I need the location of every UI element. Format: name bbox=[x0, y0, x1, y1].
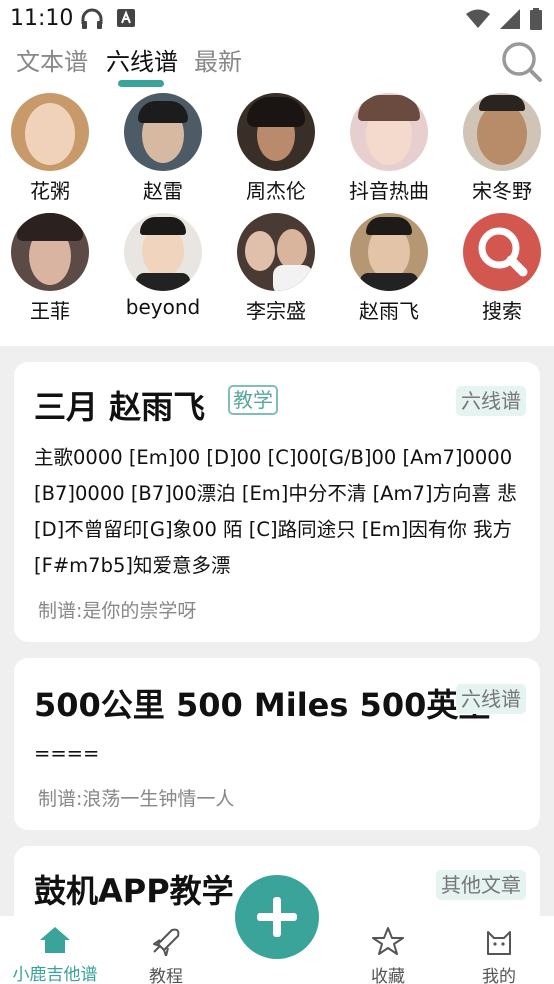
preview-line: [D]不曾留印[G]象00 陌 [C]路同途只 [Em]因有你 我方 bbox=[34, 518, 513, 541]
app-notification-icon bbox=[117, 9, 135, 27]
signal-icon bbox=[500, 9, 520, 29]
song-preview: 主歌0000 [Em]00 [D]00 [C]00[G/B]00 [Am7]00… bbox=[34, 440, 524, 584]
card-author: 制谱:是你的崇学呀 bbox=[38, 600, 197, 622]
song-title: 三月 赵雨飞 bbox=[34, 388, 206, 426]
status-bar: 11:10 bbox=[0, 0, 554, 36]
home-icon bbox=[40, 927, 70, 953]
nav-label: 收藏 bbox=[371, 967, 405, 984]
preview-line: 主歌0000 [Em]00 [D]00 [C]00[G/B]00 [Am7]00… bbox=[34, 446, 513, 469]
nav-profile[interactable]: 我的 bbox=[444, 926, 554, 984]
artist-item[interactable]: 宋冬野 bbox=[452, 93, 552, 204]
category-tag: 六线谱 bbox=[456, 386, 526, 416]
artist-item[interactable]: 王菲 bbox=[0, 213, 100, 324]
artist-name: 周杰伦 bbox=[246, 179, 306, 203]
tab-text-score[interactable]: 文本谱 bbox=[16, 42, 88, 77]
avatar bbox=[237, 213, 315, 291]
headphones-icon bbox=[81, 8, 103, 29]
song-preview: ==== bbox=[34, 736, 524, 772]
rocket-icon bbox=[153, 928, 180, 957]
card-author: 制谱:浪荡一生钟情一人 bbox=[38, 788, 235, 810]
nav-tutorial[interactable]: 教程 bbox=[111, 926, 221, 984]
search-artist-item[interactable]: 搜索 bbox=[452, 213, 552, 324]
search-icon[interactable] bbox=[500, 40, 544, 84]
teaching-badge: 教学 bbox=[228, 385, 278, 415]
avatar bbox=[350, 213, 428, 291]
artist-name: 宋冬野 bbox=[472, 179, 532, 203]
nav-label: 我的 bbox=[482, 967, 516, 984]
wifi-icon bbox=[466, 9, 490, 28]
song-card[interactable]: 500公里 500 Miles 500英里 六线谱 ==== 制谱:浪荡一生钟情… bbox=[14, 658, 540, 830]
song-card[interactable]: 三月 赵雨飞 教学 六线谱 主歌0000 [Em]00 [D]00 [C]00[… bbox=[14, 362, 540, 642]
artist-item[interactable]: 赵雷 bbox=[113, 93, 213, 204]
preview-line: [F#m7b5]知爱意多漂 bbox=[34, 554, 231, 577]
artist-item[interactable]: 抖音热曲 bbox=[339, 93, 439, 204]
artist-item[interactable]: 花粥 bbox=[0, 93, 100, 204]
category-tag: 其他文章 bbox=[436, 870, 526, 900]
artist-item[interactable]: 李宗盛 bbox=[226, 213, 326, 324]
battery-icon bbox=[530, 8, 542, 30]
nav-label: 小鹿吉他谱 bbox=[12, 965, 98, 984]
active-tab-indicator bbox=[118, 80, 164, 87]
artist-name: 赵雷 bbox=[143, 179, 183, 203]
artist-item[interactable]: 赵雨飞 bbox=[339, 213, 439, 324]
avatar bbox=[463, 93, 541, 171]
cat-icon bbox=[487, 931, 511, 955]
artist-name: 搜索 bbox=[482, 299, 522, 323]
star-icon bbox=[372, 927, 404, 955]
avatar bbox=[11, 213, 89, 291]
artist-name: 抖音热曲 bbox=[349, 179, 429, 203]
nav-label: 教程 bbox=[149, 967, 183, 984]
avatar bbox=[237, 93, 315, 171]
preview-line: [B7]0000 [B7]00漂泊 [Em]中分不清 [Am7]方向喜 悲 bbox=[34, 482, 517, 505]
artist-item[interactable]: beyond bbox=[113, 213, 213, 319]
status-time: 11:10 bbox=[10, 6, 74, 31]
nav-home[interactable]: 小鹿吉他谱 bbox=[0, 926, 110, 984]
nav-favorites[interactable]: 收藏 bbox=[333, 926, 443, 984]
avatar bbox=[350, 93, 428, 171]
artist-name: 李宗盛 bbox=[246, 299, 306, 323]
preview-line: ==== bbox=[34, 742, 100, 765]
artist-name: beyond bbox=[125, 295, 201, 319]
tab-guitar-tab[interactable]: 六线谱 bbox=[106, 42, 178, 77]
artist-name: 赵雨飞 bbox=[359, 299, 419, 323]
top-tab-bar: 文本谱 六线谱 最新 bbox=[0, 36, 554, 90]
avatar bbox=[124, 93, 202, 171]
artist-name: 王菲 bbox=[30, 299, 70, 323]
song-title: 500公里 500 Miles 500英里 bbox=[34, 686, 491, 724]
avatar bbox=[124, 213, 202, 291]
tab-latest[interactable]: 最新 bbox=[194, 42, 242, 77]
artist-grid: 花粥 赵雷 周杰伦 抖音热曲 宋冬野 王菲 beyond 李宗盛 赵雨飞 搜索 bbox=[0, 90, 554, 346]
category-tag: 六线谱 bbox=[456, 684, 526, 714]
artist-item[interactable]: 周杰伦 bbox=[226, 93, 326, 204]
avatar bbox=[463, 213, 541, 291]
artist-name: 花粥 bbox=[30, 179, 70, 203]
magnifier-icon bbox=[478, 227, 528, 277]
article-title: 鼓机APP教学 bbox=[34, 872, 234, 910]
add-button[interactable] bbox=[235, 875, 319, 959]
avatar bbox=[11, 93, 89, 171]
